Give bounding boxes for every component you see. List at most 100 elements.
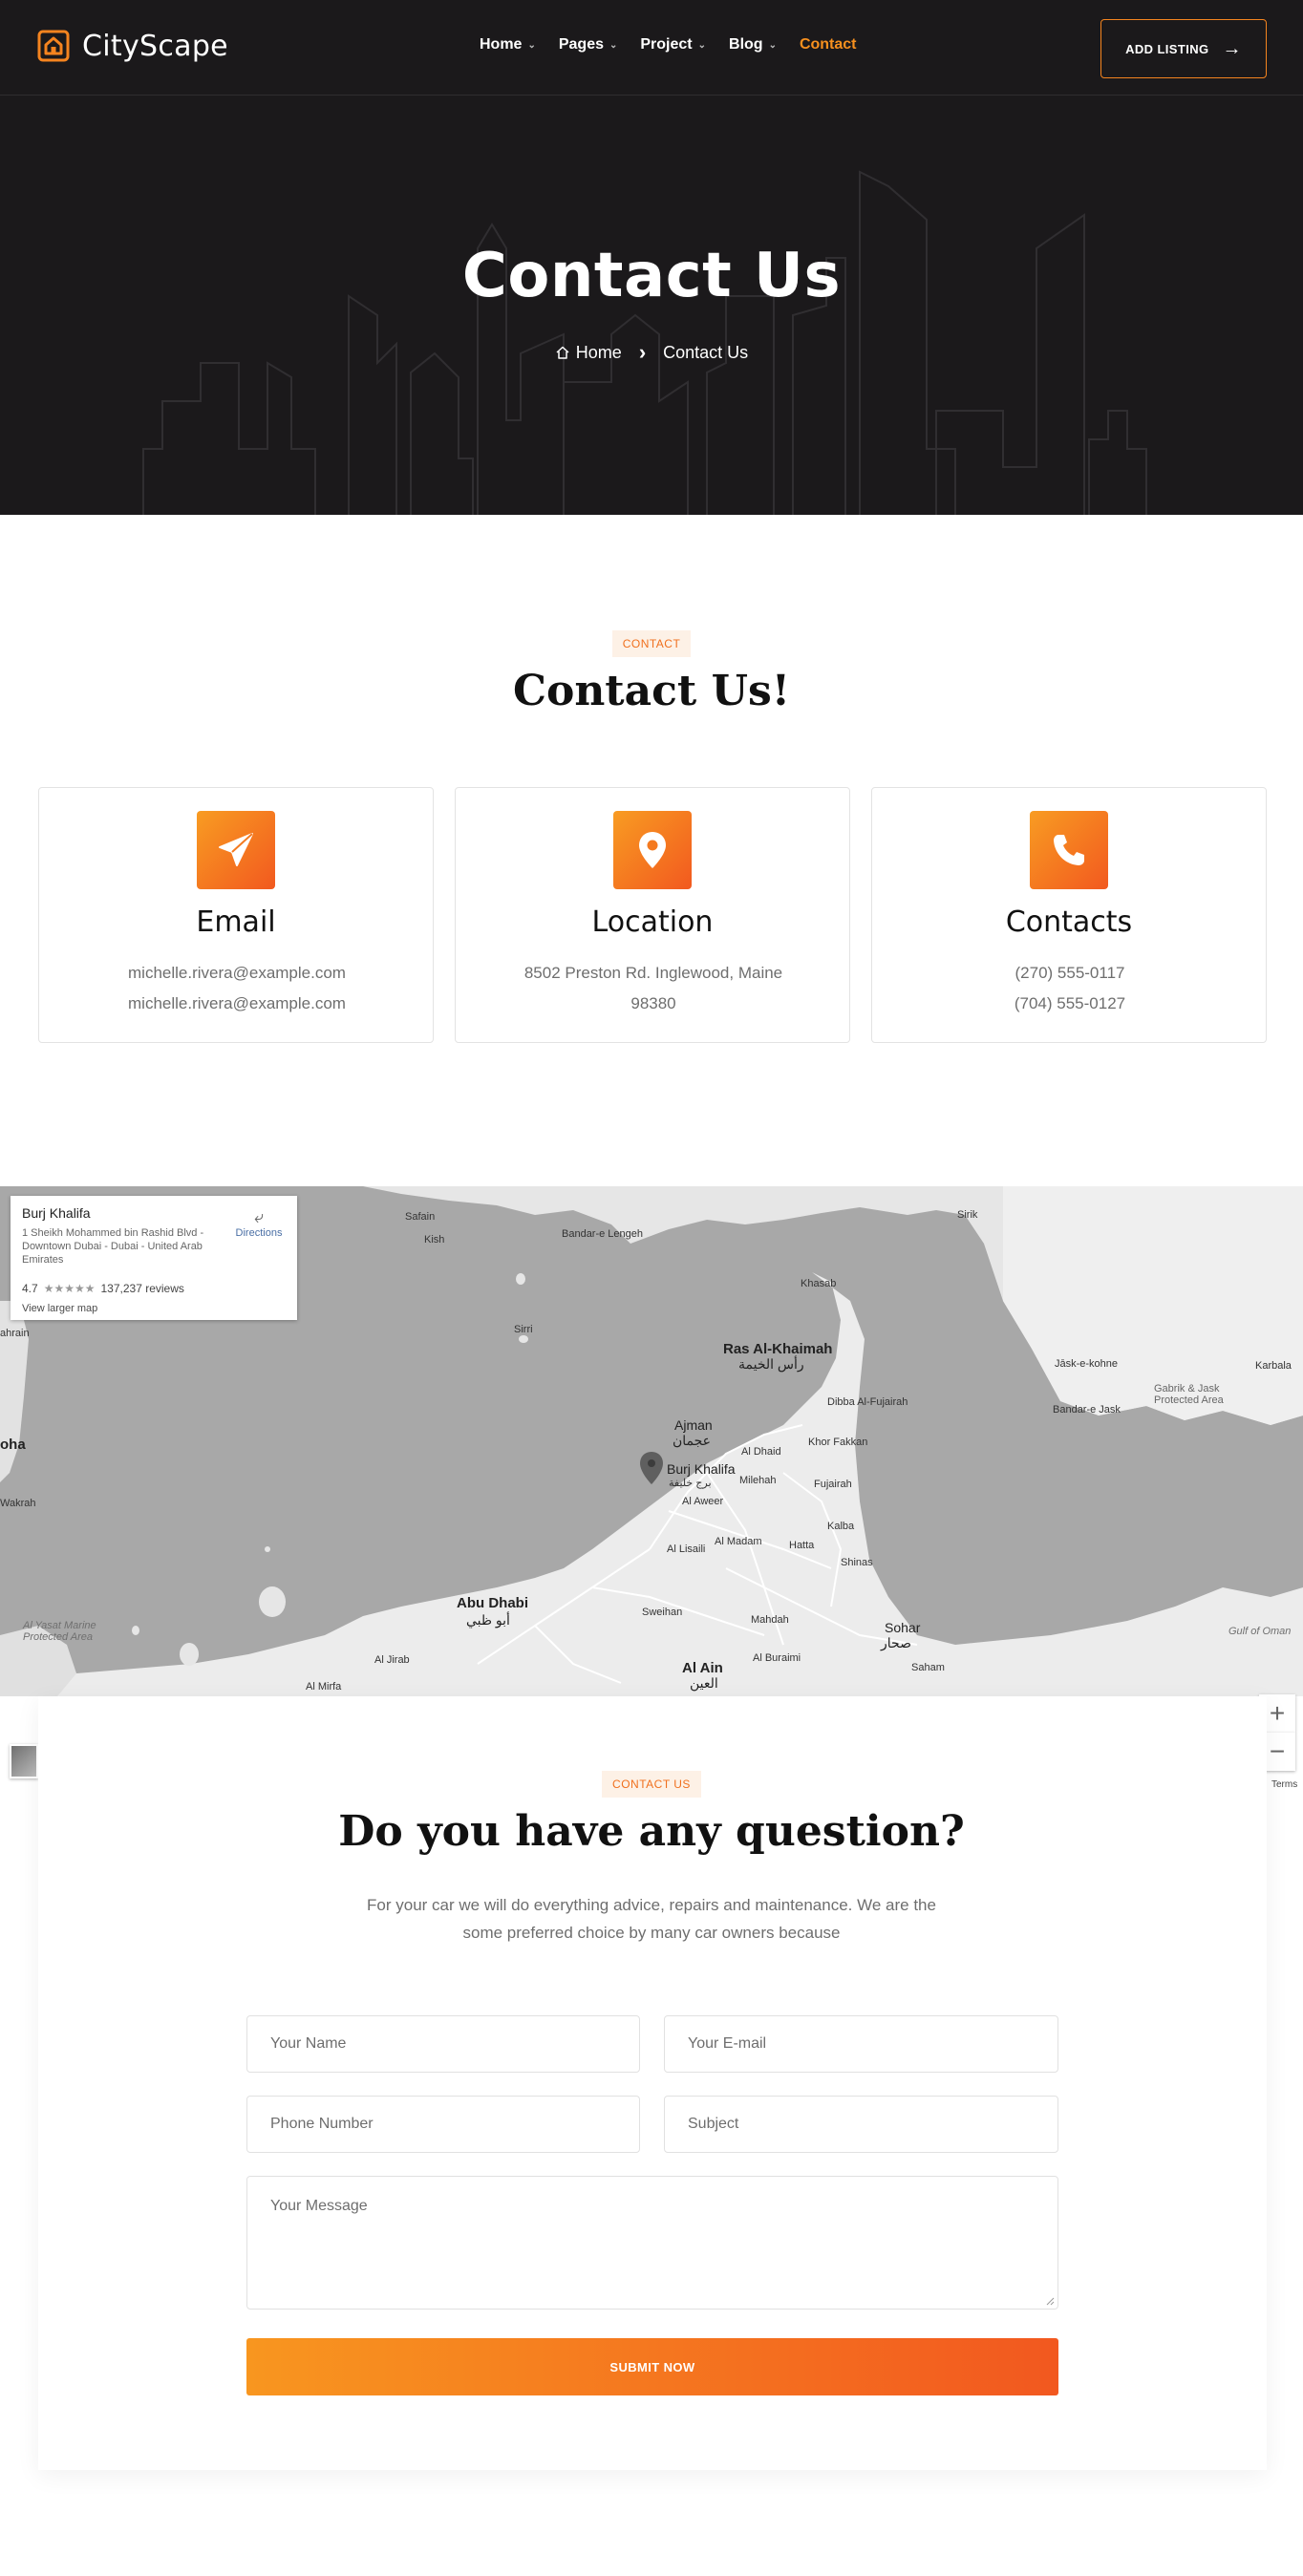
breadcrumb-current: Contact Us: [663, 342, 749, 362]
breadcrumb: Home › Contact Us: [0, 340, 1303, 365]
arrow-right-icon: →: [1222, 37, 1242, 59]
page-title: Contact Us: [461, 241, 842, 311]
card-title-contacts: Contacts: [1005, 905, 1133, 939]
map-label: Al Yasat Marine Protected Area: [23, 1620, 96, 1643]
map-label: Al Dhaid: [741, 1446, 781, 1458]
chevron-down-icon: ⌄: [768, 39, 777, 51]
nav-item-pages[interactable]: Pages ⌄: [559, 36, 618, 53]
main-nav: Home ⌄ Pages ⌄ Project ⌄ Blog ⌄ Contact: [480, 36, 857, 53]
section-tag-contact-us: CONTACT US: [602, 1771, 701, 1798]
house-logo-icon: [37, 30, 70, 62]
card-title-location: Location: [591, 905, 714, 939]
map-label: Ras Al-Khaimah: [723, 1341, 833, 1357]
email-line-2[interactable]: michelle.rivera@example.com: [58, 989, 416, 1019]
map-type-thumbnail[interactable]: [10, 1744, 38, 1778]
nav-item-project[interactable]: Project ⌄: [640, 36, 706, 53]
contact-card-contacts: Contacts (270) 555-0117 (704) 555-0127: [871, 787, 1267, 1043]
map-label: Sirri: [514, 1324, 533, 1335]
home-icon: [556, 346, 569, 359]
location-line-2: 98380: [630, 994, 676, 1012]
contact-section-title: Contact Us!: [512, 667, 791, 715]
map-label: Ajman: [674, 1417, 713, 1433]
map-label: Al Mirfa: [306, 1681, 342, 1692]
breadcrumb-home-link[interactable]: Home: [555, 343, 622, 363]
map-label: Al Lisaili: [667, 1543, 706, 1555]
map-label: Burj Khalifa: [667, 1461, 736, 1477]
form-description-line: some preferred choice by many car owners…: [462, 1924, 841, 1942]
map-label: Fujairah: [814, 1479, 852, 1490]
map-label: Abu Dhabi: [457, 1595, 528, 1611]
map-label: oha: [0, 1437, 26, 1453]
resize-handle-icon[interactable]: [1045, 2296, 1055, 2306]
add-listing-label: ADD LISTING: [1125, 41, 1209, 56]
map-label: العين: [690, 1675, 718, 1691]
section-tag-contact: CONTACT: [612, 630, 691, 657]
place-address: 1 Sheikh Mohammed bin Rashid Blvd - Down…: [22, 1227, 204, 1266]
map-label: عجمان: [673, 1433, 712, 1448]
rating-value: 4.7: [22, 1282, 38, 1295]
map-label: Dibba Al-Fujairah: [827, 1396, 908, 1408]
phone-icon: [1054, 835, 1084, 865]
phone-line-2[interactable]: (704) 555-0127: [891, 989, 1249, 1019]
card-title-email: Email: [196, 905, 276, 939]
nav-label-project: Project: [640, 36, 693, 53]
chevron-right-icon: ›: [638, 340, 647, 364]
form-description: For your car we will do everything advic…: [0, 1891, 1303, 1947]
map-label: Shinas: [841, 1557, 873, 1568]
map-label: Saham: [911, 1662, 945, 1673]
map-label: Kalba: [827, 1521, 855, 1532]
top-navbar: CityScape Home ⌄ Pages ⌄ Project ⌄ Blog ⌄ Co…: [0, 0, 1303, 96]
paper-plane-icon: [219, 833, 253, 866]
directions-button[interactable]: ⤶ Directions: [225, 1207, 292, 1239]
location-line-1: 8502 Preston Rd. Inglewood, Maine: [523, 964, 783, 982]
message-placeholder: Your Message: [270, 2198, 368, 2214]
map-label: Al Madam: [715, 1536, 762, 1547]
map-label: أبو ظبي: [466, 1612, 510, 1628]
map-label: Wakrah: [0, 1498, 36, 1509]
map-label: Khor Fakkan: [808, 1437, 868, 1448]
map-label: Gulf of Oman: [1228, 1626, 1292, 1637]
view-larger-map-link[interactable]: View larger map: [22, 1303, 97, 1314]
add-listing-button[interactable]: ADD LISTING →: [1100, 19, 1267, 78]
nav-label-contact: Contact: [799, 36, 857, 53]
map-label: Safain: [405, 1211, 436, 1223]
map-label: Milehah: [739, 1475, 777, 1486]
chevron-down-icon: ⌄: [527, 39, 536, 51]
map-label: Mahdah: [751, 1614, 789, 1626]
submit-button[interactable]: SUBMIT NOW: [246, 2338, 1058, 2395]
phone-input[interactable]: Phone Number: [246, 2096, 640, 2153]
map-label: برج خليفة: [669, 1478, 712, 1489]
map-label: ahrain: [0, 1328, 30, 1339]
map-label: Al Buraimi: [753, 1652, 801, 1664]
nav-item-blog[interactable]: Blog ⌄: [729, 36, 777, 53]
nav-label-home: Home: [480, 36, 523, 53]
location-icon-box: [613, 811, 692, 889]
email-input[interactable]: Your E-mail: [664, 2015, 1058, 2073]
name-input[interactable]: Your Name: [246, 2015, 640, 2073]
contact-card-email: Email michelle.rivera@example.com michel…: [38, 787, 434, 1043]
map-label: Khasab: [801, 1278, 837, 1289]
map-label: Gabrik & Jask Protected Area: [1154, 1383, 1224, 1406]
map-marker: [640, 1452, 663, 1484]
place-rating: 4.7 ★★★★★ 137,237 reviews: [22, 1282, 184, 1295]
phone-line-1[interactable]: (270) 555-0117: [891, 958, 1249, 989]
nav-item-home[interactable]: Home ⌄: [480, 36, 536, 53]
nav-item-contact[interactable]: Contact: [800, 36, 857, 53]
breadcrumb-home-label: Home: [575, 342, 622, 362]
page-hero: CityScape Home ⌄ Pages ⌄ Project ⌄ Blog ⌄ Co…: [0, 0, 1303, 515]
map-label: Sohar: [885, 1620, 921, 1635]
map-label: Al Jirab: [374, 1654, 410, 1666]
brand-name: CityScape: [82, 29, 228, 63]
email-line-1[interactable]: michelle.rivera@example.com: [58, 958, 416, 989]
phone-icon-box: [1030, 811, 1108, 889]
subject-input[interactable]: Subject: [664, 2096, 1058, 2153]
nav-label-blog: Blog: [729, 36, 763, 53]
map-label: Bandar-e Jask: [1053, 1404, 1121, 1416]
form-section-title: Do you have any question?: [338, 1807, 965, 1856]
message-textarea[interactable]: Your Message: [246, 2176, 1058, 2310]
map-terms-link[interactable]: Terms: [1269, 1779, 1301, 1790]
map-label: Kish: [424, 1234, 445, 1245]
review-count[interactable]: 137,237 reviews: [100, 1282, 183, 1295]
map-label: Hatta: [789, 1540, 815, 1551]
brand-logo[interactable]: CityScape: [36, 29, 228, 63]
